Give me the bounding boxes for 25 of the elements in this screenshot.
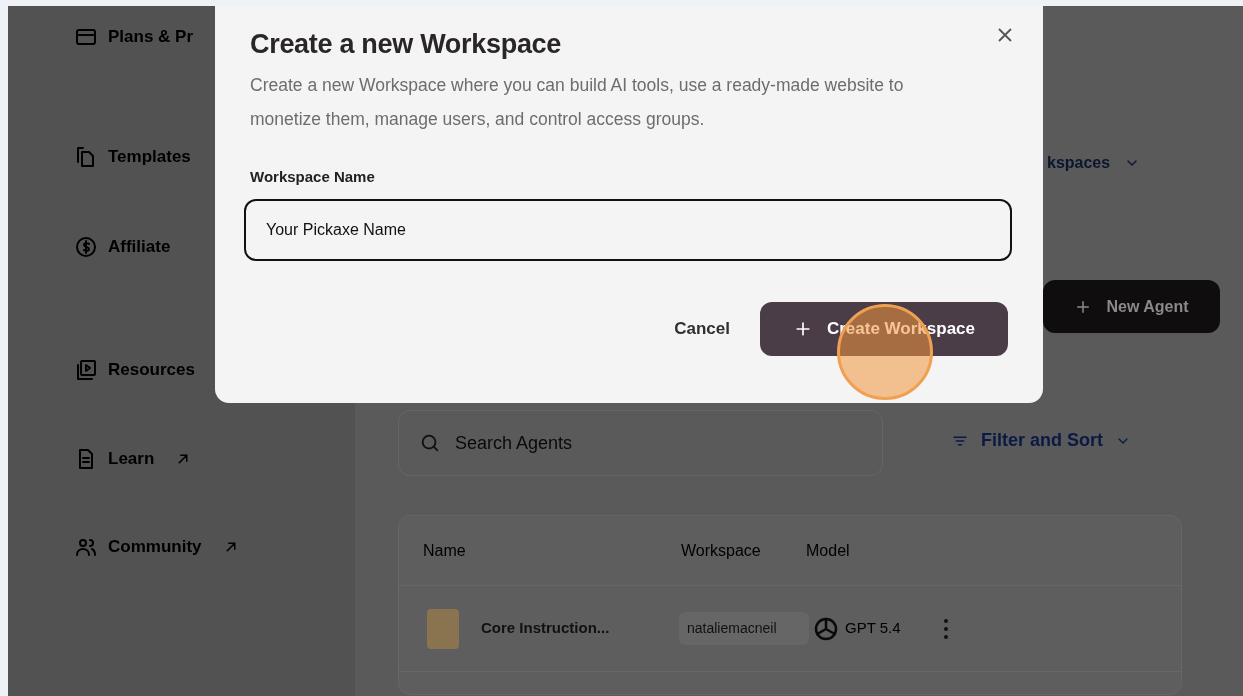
agent-name: Core Instruction... — [481, 618, 611, 639]
sidebar-item[interactable]: Templates — [74, 144, 355, 170]
search-icon — [419, 432, 441, 454]
workspaces-dropdown[interactable]: kspaces — [1047, 151, 1141, 175]
column-header: Model — [806, 540, 851, 561]
workspace-tag: nataliemacneil — [679, 612, 809, 645]
modal-title: Create a new Workspace — [250, 28, 562, 61]
sidebar-item[interactable]: Learn — [74, 446, 355, 472]
column-header: Workspace — [681, 540, 762, 561]
field-label: Workspace Name — [250, 167, 376, 188]
video-icon — [74, 358, 98, 382]
sidebar-item[interactable]: Community — [74, 534, 355, 560]
filter-and-sort-button[interactable]: Filter and Sort — [945, 426, 1137, 455]
search-box[interactable]: Search Agents — [398, 410, 883, 476]
agent-avatar — [427, 608, 459, 649]
modal-description: Create a new Workspace where you can build AI tools, use a ready-made website to monetize them, manage users, and control access groups. — [250, 74, 905, 132]
workspace-name-input[interactable]: Your Pickaxe Name — [244, 198, 1012, 261]
new-agent-button[interactable]: New Agent — [1043, 280, 1220, 333]
more-options-icon[interactable] — [943, 616, 949, 641]
dollar-icon — [74, 235, 98, 259]
sidebar-item[interactable]: Resources — [74, 357, 355, 383]
cancel-button[interactable]: Cancel — [674, 316, 730, 342]
search-field[interactable]: Search Agents — [453, 428, 833, 458]
model-name: GPT 5.4 — [845, 618, 902, 639]
column-header: Name — [423, 540, 467, 561]
